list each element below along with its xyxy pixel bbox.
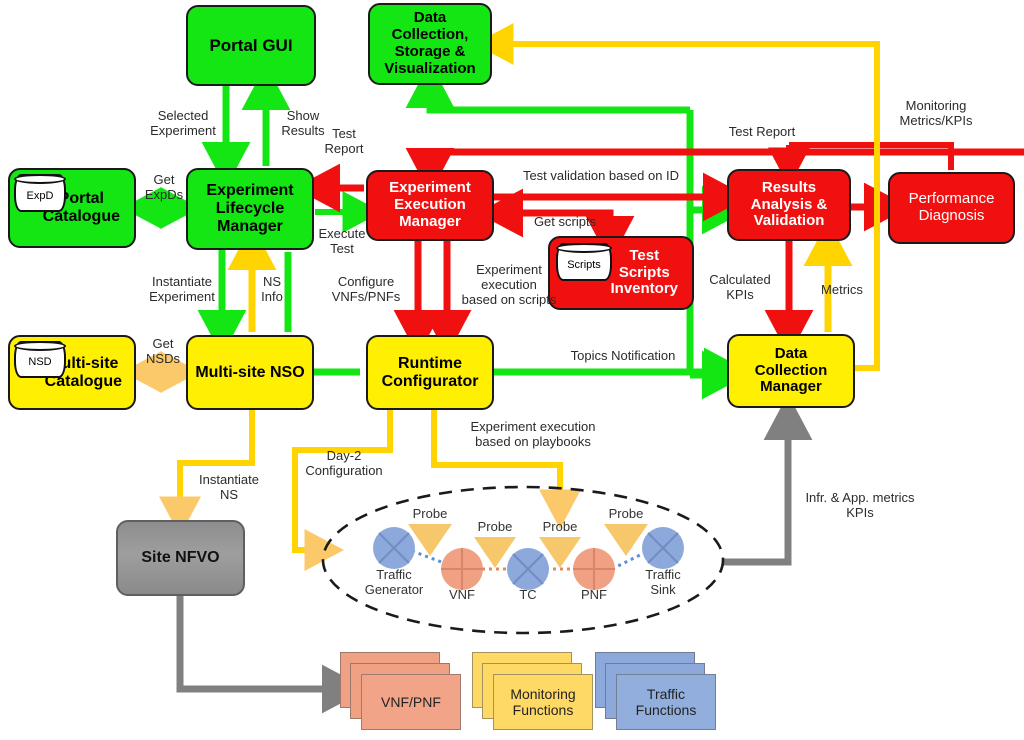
stack-traffic-functions[interactable]: Traffic Functions [595, 652, 717, 730]
edge-label-experiment-execution-based-on-scripts: Experiment execution based on scripts [461, 262, 557, 308]
chain-label-vnf: VNF [449, 587, 475, 602]
chain-node-traffic-generator [373, 527, 415, 569]
edge-label-get-scripts: Get scripts [533, 214, 597, 229]
edge-label-configure-vnfs-pnfs: Configure VNFs/PNFs [331, 274, 401, 305]
chain-label-traffic-sink: Traffic Sink [645, 567, 681, 597]
node-label: Multi-site NSO [195, 363, 305, 381]
edge-label-ns-info: NS Info [261, 274, 283, 305]
edge-label-test-report-left: Test Report [324, 126, 364, 157]
node-data-collection-manager[interactable]: Data Collection Manager [727, 334, 855, 408]
stack-sheet-front: VNF/PNF [361, 674, 461, 730]
edge-label-execute-test: Execute Test [318, 226, 366, 257]
stack-label: Traffic Functions [635, 685, 697, 718]
chain-node-traffic-sink [642, 527, 684, 569]
chain-node-tc [507, 548, 549, 590]
stack-label: Monitoring Functions [510, 685, 576, 718]
edge-label-metrics: Metrics [821, 282, 863, 297]
stack-label: VNF/PNF [381, 693, 441, 710]
database-label: Scripts [567, 258, 601, 271]
edge-label-infr-app-metrics-kpis: Infr. & App. metrics KPIs [805, 490, 915, 521]
chain-node-vnf [441, 548, 483, 590]
node-portal-gui[interactable]: Portal GUI [186, 5, 316, 86]
node-label: Portal GUI [209, 35, 293, 55]
database-icon-expd: ExpD [14, 174, 66, 212]
probe-label: Probe [412, 506, 448, 521]
edge-label-monitoring-metrics-kpis: Monitoring Metrics/KPIs [899, 98, 973, 129]
edge-label-instantiate-ns: Instantiate NS [199, 472, 259, 503]
database-label: NSD [28, 356, 52, 368]
chain-label-traffic-generator: Traffic Generator [364, 567, 424, 597]
edge-label-get-nsds: Get NSDs [146, 336, 180, 367]
edge-label-test-report-right: Test Report [728, 124, 796, 139]
node-experiment-lifecycle-manager[interactable]: Experiment Lifecycle Manager [186, 168, 314, 250]
database-icon-scripts: Scripts [556, 243, 612, 281]
node-multi-site-nso[interactable]: Multi-site NSO [186, 335, 314, 410]
edge-label-get-expds: Get ExpDs [144, 172, 184, 203]
edge-label-test-validation-based-on-id: Test validation based on ID [522, 168, 680, 183]
edge-label-selected-experiment: Selected Experiment [150, 108, 216, 139]
probe-label: Probe [542, 519, 578, 534]
node-label: Data Collection Manager [754, 344, 828, 396]
node-experiment-execution-manager[interactable]: Experiment Execution Manager [366, 170, 494, 241]
stack-sheet-front: Traffic Functions [616, 674, 716, 730]
stack-monitoring-functions[interactable]: Monitoring Functions [472, 652, 594, 730]
probe-label: Probe [608, 506, 644, 521]
node-label: Performance Diagnosis [908, 190, 995, 224]
edge-label-day-2-configuration: Day-2 Configuration [305, 448, 383, 479]
node-label: Runtime Configurator [381, 354, 479, 390]
node-site-nfvo[interactable]: Site NFVO [116, 520, 245, 596]
node-label: Test Scripts Inventory [610, 246, 678, 298]
node-runtime-configurator[interactable]: Runtime Configurator [366, 335, 494, 410]
edge-label-topics-notification: Topics Notification [570, 348, 676, 363]
chain-node-pnf [573, 548, 615, 590]
node-results-analysis-validation[interactable]: Results Analysis & Validation [727, 169, 851, 241]
node-performance-diagnosis[interactable]: Performance Diagnosis [888, 172, 1015, 244]
chain-label-tc: TC [519, 587, 537, 602]
node-data-collection-storage-visualization[interactable]: Data Collection, Storage & Visualization [368, 3, 492, 85]
node-label: Experiment Lifecycle Manager [206, 182, 294, 235]
database-label: ExpD [26, 189, 54, 202]
probe-icon [604, 524, 648, 556]
node-label: Experiment Execution Manager [389, 179, 471, 230]
edge-label-experiment-execution-based-on-playbooks: Experiment execution based on playbooks [470, 419, 596, 450]
edge-label-calculated-kpis: Calculated KPIs [709, 272, 771, 303]
probe-label: Probe [477, 519, 513, 534]
stack-vnf-pnf[interactable]: VNF/PNF [340, 652, 462, 730]
node-label: Results Analysis & Validation [750, 178, 828, 230]
architecture-diagram: Portal GUI Data Collection, Storage & Vi… [0, 0, 1024, 740]
edge-label-instantiate-experiment: Instantiate Experiment [149, 274, 215, 305]
stack-sheet-front: Monitoring Functions [493, 674, 593, 730]
node-label: Data Collection, Storage & Visualization [384, 9, 476, 77]
database-icon-nsd: NSD [14, 341, 66, 378]
node-label: Site NFVO [141, 549, 220, 567]
chain-label-pnf: PNF [581, 587, 607, 602]
